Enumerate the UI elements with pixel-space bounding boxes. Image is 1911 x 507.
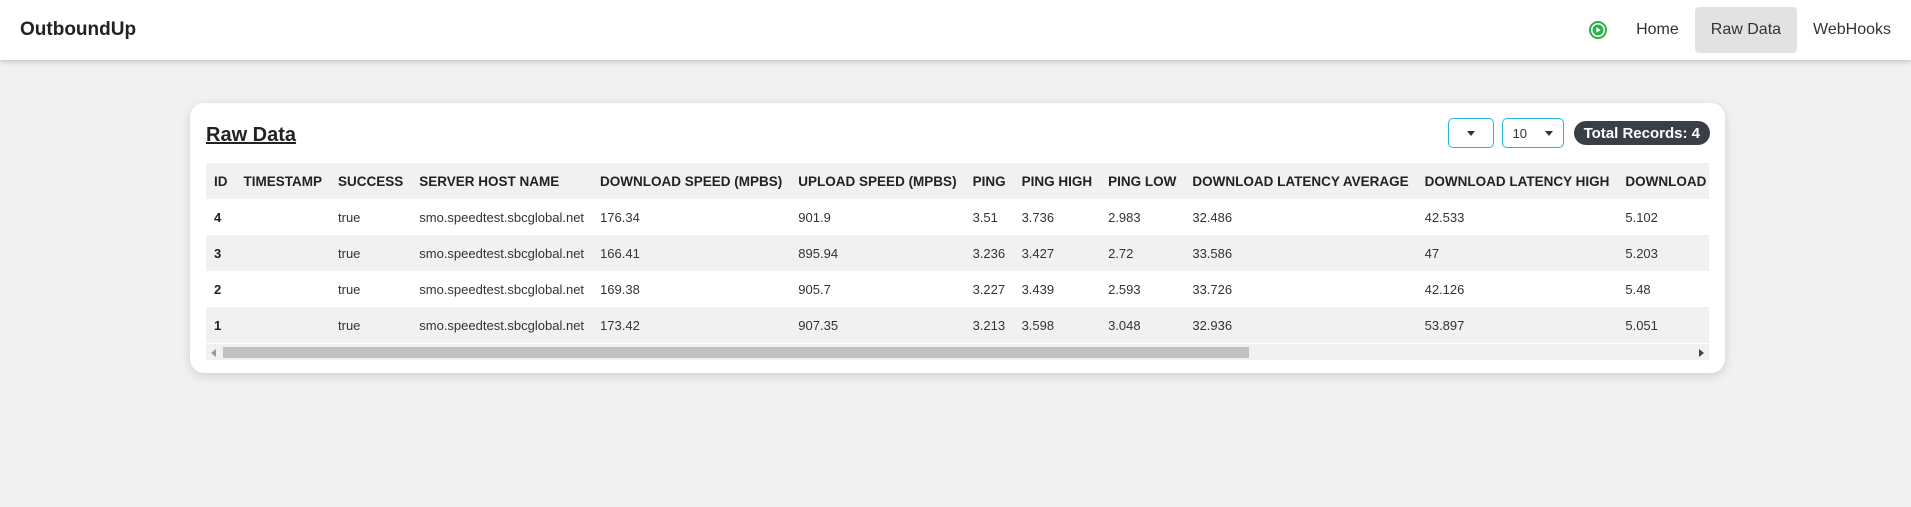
cell-id: 1 [206, 307, 236, 343]
column-header[interactable]: UPLOAD SPEED (MPBS) [790, 163, 965, 199]
nav-link-raw-data[interactable]: Raw Data [1694, 7, 1798, 53]
cell-ping-low: 2.593 [1100, 271, 1185, 307]
column-header[interactable]: PING LOW [1100, 163, 1185, 199]
cell-ping-high: 3.427 [1013, 235, 1101, 271]
cell-timestamp [235, 307, 330, 343]
card-title: Raw Data [206, 124, 297, 146]
cell-download-latency-high: 47 [1416, 235, 1618, 271]
chevron-down-icon [1466, 130, 1475, 136]
cell-download-speed: 169.38 [592, 271, 791, 307]
cell-upload-speed: 907.35 [790, 307, 965, 343]
cell-timestamp [235, 235, 330, 271]
cell-download-latency-avg: 32.936 [1184, 307, 1417, 343]
cell-success: true [330, 271, 412, 307]
raw-data-table-container[interactable]: ID TIMESTAMP SUCCESS SERVER HOST NAME DO… [206, 163, 1709, 363]
cell-ping: 3.213 [964, 307, 1014, 343]
cell-download-extra: 5.203 [1617, 235, 1709, 271]
cell-download-speed: 166.41 [592, 235, 791, 271]
cell-download-latency-high: 42.126 [1416, 271, 1618, 307]
table-controls: 10 Total Records: 4 [1447, 118, 1710, 148]
chevron-down-icon [1544, 130, 1553, 136]
raw-data-card: Raw Data 10 Total Records: 4 ID TIMESTAM… [190, 103, 1725, 373]
page-size-select[interactable]: 10 [1501, 118, 1564, 148]
total-records-badge: Total Records: 4 [1573, 121, 1710, 145]
table-header-row: ID TIMESTAMP SUCCESS SERVER HOST NAME DO… [206, 163, 1709, 199]
column-header[interactable]: TIMESTAMP [235, 163, 330, 199]
cell-timestamp [235, 199, 330, 235]
column-header[interactable]: ID [206, 163, 236, 199]
column-header[interactable]: SERVER HOST NAME [411, 163, 593, 199]
column-header[interactable]: PING HIGH [1013, 163, 1101, 199]
cell-download-extra: 5.102 [1617, 199, 1709, 235]
cell-ping: 3.51 [964, 199, 1014, 235]
cell-timestamp [235, 271, 330, 307]
column-header[interactable]: DOWNLOAD [1617, 163, 1709, 199]
nav-link-webhooks[interactable]: WebHooks [1797, 7, 1907, 53]
cell-ping-low: 3.048 [1100, 307, 1185, 343]
page-size-value: 10 [1512, 125, 1528, 141]
cell-download-latency-high: 42.533 [1416, 199, 1618, 235]
filter-select[interactable] [1447, 118, 1494, 148]
horizontal-scrollbar[interactable] [206, 344, 1709, 360]
column-header[interactable]: PING [964, 163, 1014, 199]
cell-download-speed: 176.34 [592, 199, 791, 235]
table-row: 3 true smo.speedtest.sbcglobal.net 166.4… [206, 235, 1709, 271]
cell-server-host: smo.speedtest.sbcglobal.net [411, 235, 593, 271]
cell-download-latency-high: 53.897 [1416, 307, 1618, 343]
column-header[interactable]: DOWNLOAD LATENCY AVERAGE [1184, 163, 1417, 199]
raw-data-table: ID TIMESTAMP SUCCESS SERVER HOST NAME DO… [206, 163, 1709, 343]
cell-ping-high: 3.439 [1013, 271, 1101, 307]
cell-ping-low: 2.72 [1100, 235, 1185, 271]
nav-links: Home Raw Data WebHooks [1588, 0, 1911, 60]
column-header[interactable]: SUCCESS [330, 163, 412, 199]
cell-ping-high: 3.598 [1013, 307, 1101, 343]
cell-server-host: smo.speedtest.sbcglobal.net [411, 199, 593, 235]
cell-id: 3 [206, 235, 236, 271]
cell-success: true [330, 307, 412, 343]
table-row: 2 true smo.speedtest.sbcglobal.net 169.3… [206, 271, 1709, 307]
column-header[interactable]: DOWNLOAD LATENCY HIGH [1416, 163, 1618, 199]
cell-server-host: smo.speedtest.sbcglobal.net [411, 271, 593, 307]
cell-ping-high: 3.736 [1013, 199, 1101, 235]
cell-success: true [330, 199, 412, 235]
table-row: 4 true smo.speedtest.sbcglobal.net 176.3… [206, 199, 1709, 235]
cell-upload-speed: 895.94 [790, 235, 965, 271]
play-circle-icon [1588, 20, 1608, 40]
brand-title[interactable]: OutboundUp [20, 19, 136, 41]
cell-download-latency-avg: 33.586 [1184, 235, 1417, 271]
cell-ping: 3.236 [964, 235, 1014, 271]
cell-ping-low: 2.983 [1100, 199, 1185, 235]
cell-download-extra: 5.48 [1617, 271, 1709, 307]
cell-ping: 3.227 [964, 271, 1014, 307]
cell-upload-speed: 901.9 [790, 199, 965, 235]
cell-download-latency-avg: 33.726 [1184, 271, 1417, 307]
cell-download-extra: 5.051 [1617, 307, 1709, 343]
cell-success: true [330, 235, 412, 271]
cell-download-speed: 173.42 [592, 307, 791, 343]
top-navbar: OutboundUp Home Raw Data WebHooks [0, 0, 1911, 60]
cell-id: 2 [206, 271, 236, 307]
table-row: 1 true smo.speedtest.sbcglobal.net 173.4… [206, 307, 1709, 343]
cell-server-host: smo.speedtest.sbcglobal.net [411, 307, 593, 343]
column-header[interactable]: DOWNLOAD SPEED (MPBS) [592, 163, 791, 199]
scroll-left-arrow-icon[interactable] [211, 349, 216, 357]
nav-link-home[interactable]: Home [1620, 7, 1695, 53]
cell-upload-speed: 905.7 [790, 271, 965, 307]
scrollbar-thumb[interactable] [223, 347, 1249, 358]
scroll-right-arrow-icon[interactable] [1699, 349, 1704, 357]
cell-download-latency-avg: 32.486 [1184, 199, 1417, 235]
cell-id: 4 [206, 199, 236, 235]
